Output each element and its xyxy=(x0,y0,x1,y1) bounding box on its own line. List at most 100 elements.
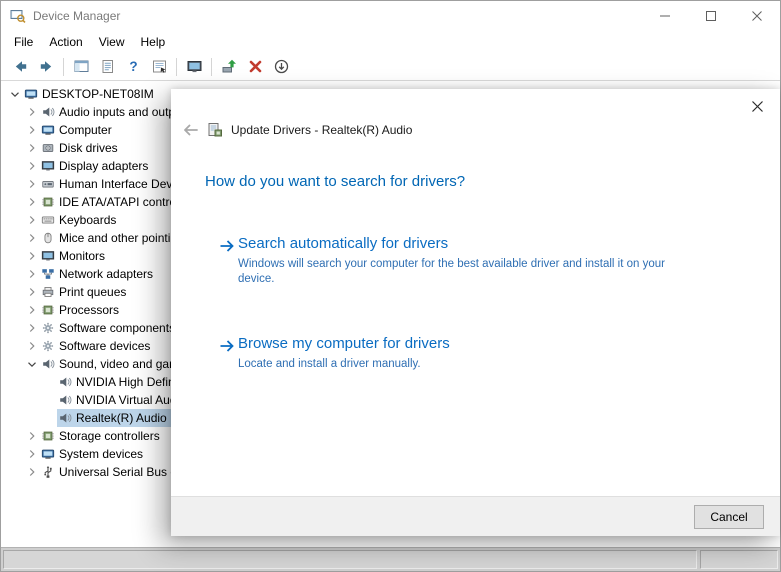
tree-item-content[interactable]: Network adapters xyxy=(40,265,162,283)
device-manager-window: Device Manager File Action View Help ? D… xyxy=(0,0,781,572)
tree-item-content[interactable]: Keyboards xyxy=(40,211,125,229)
forward-icon[interactable] xyxy=(33,55,59,79)
minimize-icon xyxy=(660,9,670,24)
chevron-right-icon[interactable] xyxy=(24,302,40,318)
display-icon xyxy=(40,158,56,174)
window-controls xyxy=(642,1,780,31)
maximize-button[interactable] xyxy=(688,1,734,31)
tree-item-label: Keyboards xyxy=(56,212,119,228)
cancel-button[interactable]: Cancel xyxy=(694,505,764,529)
window-title: Device Manager xyxy=(33,9,120,23)
close-button[interactable] xyxy=(734,1,780,31)
printer-icon xyxy=(40,284,56,300)
tree-item-content[interactable]: Monitors xyxy=(40,247,114,265)
tree-item-label: DESKTOP-NET08IM xyxy=(39,86,157,102)
back-icon[interactable] xyxy=(7,55,33,79)
chip-icon xyxy=(40,194,56,210)
usb-icon xyxy=(40,464,56,480)
option-search-automatically[interactable]: Search automatically for drivers Windows… xyxy=(217,235,678,287)
svg-text:?: ? xyxy=(129,59,137,74)
tree-item-label: Software components xyxy=(56,320,178,336)
chevron-right-icon[interactable] xyxy=(24,266,40,282)
computer-icon xyxy=(23,86,39,102)
menubar: File Action View Help xyxy=(1,31,780,53)
chevron-spacer xyxy=(41,410,57,426)
menu-action[interactable]: Action xyxy=(41,32,90,52)
tree-item-content[interactable]: Computer xyxy=(40,121,121,139)
option-body: Search automatically for drivers Windows… xyxy=(238,235,678,287)
option-browse-computer[interactable]: Browse my computer for drivers Locate an… xyxy=(217,335,450,372)
tree-item-content[interactable]: System devices xyxy=(40,445,152,463)
chevron-down-icon[interactable] xyxy=(7,86,23,102)
export-list-icon[interactable] xyxy=(94,55,120,79)
chevron-right-icon[interactable] xyxy=(24,122,40,138)
tree-item-content[interactable]: Disk drives xyxy=(40,139,127,157)
tree-item-label: Display adapters xyxy=(56,158,151,174)
tree-item-label: Computer xyxy=(56,122,115,138)
properties-icon[interactable] xyxy=(146,55,172,79)
tree-item-content[interactable]: Software devices xyxy=(40,337,159,355)
mouse-icon xyxy=(40,230,56,246)
hid-icon xyxy=(40,176,56,192)
chevron-right-icon[interactable] xyxy=(24,158,40,174)
tree-item-label: Monitors xyxy=(56,248,108,264)
update-drivers-dialog: Update Drivers - Realtek(R) Audio How do… xyxy=(171,89,780,536)
dialog-footer: Cancel xyxy=(171,496,780,536)
chevron-right-icon[interactable] xyxy=(24,194,40,210)
tree-item-content[interactable]: Processors xyxy=(40,301,128,319)
toolbar-separator xyxy=(63,58,64,76)
option-label: Browse my computer for drivers xyxy=(238,335,450,353)
chevron-right-icon[interactable] xyxy=(24,464,40,480)
chevron-down-icon[interactable] xyxy=(24,356,40,372)
tree-item-content[interactable]: DESKTOP-NET08IM xyxy=(23,85,163,103)
tree-item-content[interactable]: Software components xyxy=(40,319,184,337)
chevron-right-icon[interactable] xyxy=(24,320,40,336)
computer-icon xyxy=(40,122,56,138)
uninstall-device-icon[interactable] xyxy=(242,55,268,79)
scan-hardware-changes-icon[interactable] xyxy=(268,55,294,79)
statusbar-side-section xyxy=(700,550,778,569)
update-driver-icon[interactable] xyxy=(216,55,242,79)
speaker-icon xyxy=(57,410,73,426)
device-window-icon[interactable] xyxy=(181,55,207,79)
option-description: Locate and install a driver manually. xyxy=(238,357,450,372)
chevron-right-icon[interactable] xyxy=(24,338,40,354)
help-icon[interactable]: ? xyxy=(120,55,146,79)
close-icon xyxy=(752,9,762,24)
chevron-right-icon[interactable] xyxy=(24,248,40,264)
chevron-right-icon[interactable] xyxy=(24,212,40,228)
menu-help[interactable]: Help xyxy=(133,32,174,52)
menu-view[interactable]: View xyxy=(91,32,133,52)
tree-item-content[interactable]: Print queues xyxy=(40,283,135,301)
minimize-button[interactable] xyxy=(642,1,688,31)
speaker-icon xyxy=(57,374,73,390)
dialog-close-button[interactable] xyxy=(746,97,768,119)
menu-file[interactable]: File xyxy=(6,32,41,52)
statusbar-main-section xyxy=(3,550,697,569)
titlebar: Device Manager xyxy=(1,1,780,31)
show-console-tree-icon[interactable] xyxy=(68,55,94,79)
chevron-right-icon[interactable] xyxy=(24,284,40,300)
tree-item-label: Network adapters xyxy=(56,266,156,282)
chevron-right-icon[interactable] xyxy=(24,140,40,156)
chevron-right-icon[interactable] xyxy=(24,446,40,462)
chevron-right-icon[interactable] xyxy=(24,104,40,120)
speaker-icon xyxy=(40,356,56,372)
tree-item-label: Disk drives xyxy=(56,140,121,156)
tree-item-selected[interactable]: Realtek(R) Audio xyxy=(57,409,176,427)
statusbar xyxy=(1,547,780,571)
dialog-back-icon[interactable] xyxy=(181,121,199,139)
monitor-icon xyxy=(40,248,56,264)
chevron-right-icon[interactable] xyxy=(24,230,40,246)
tree-item-content[interactable]: Storage controllers xyxy=(40,427,169,445)
chevron-right-icon[interactable] xyxy=(24,428,40,444)
arrow-right-icon xyxy=(217,236,237,256)
tree-item-label: Realtek(R) Audio xyxy=(73,410,170,426)
computer-icon xyxy=(40,446,56,462)
tree-item-content[interactable]: Display adapters xyxy=(40,157,157,175)
speaker-icon xyxy=(57,392,73,408)
arrow-right-icon xyxy=(217,336,237,356)
disk-icon xyxy=(40,140,56,156)
toolbar-separator xyxy=(176,58,177,76)
chevron-right-icon[interactable] xyxy=(24,176,40,192)
